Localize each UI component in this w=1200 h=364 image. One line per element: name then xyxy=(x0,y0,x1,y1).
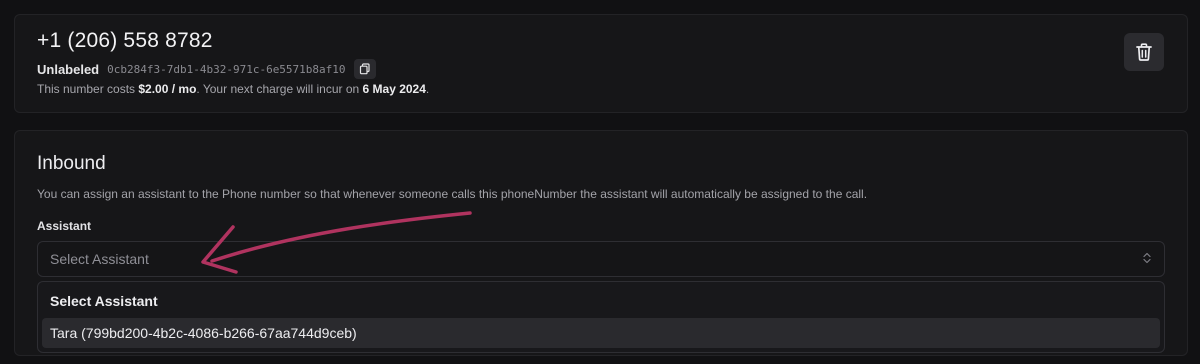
phone-number-title: +1 (206) 558 8782 xyxy=(37,29,213,52)
delete-number-button[interactable] xyxy=(1124,33,1164,71)
phone-label-row: Unlabeled 0cb284f3-7db1-4b32-971c-6e5571… xyxy=(37,59,376,79)
cost-amount: $2.00 / mo xyxy=(138,82,197,96)
phone-id: 0cb284f3-7db1-4b32-971c-6e5571b8af10 xyxy=(107,62,346,76)
phone-label: Unlabeled xyxy=(37,61,100,77)
copy-icon xyxy=(359,63,370,75)
assistant-dropdown: Select Assistant Tara (799bd200-4b2c-408… xyxy=(37,281,1165,353)
cost-prefix: This number costs xyxy=(37,82,139,96)
cost-line: This number costs $2.00 / mo. Your next … xyxy=(37,82,429,96)
trash-icon xyxy=(1136,43,1152,61)
assistant-select[interactable]: Select Assistant xyxy=(37,241,1165,277)
phone-number-card: +1 (206) 558 8782 Unlabeled 0cb284f3-7db… xyxy=(14,14,1188,113)
inbound-title: Inbound xyxy=(37,153,106,174)
chevron-up-down-icon xyxy=(1142,252,1152,266)
inbound-description: You can assign an assistant to the Phone… xyxy=(37,187,868,201)
copy-id-button[interactable] xyxy=(353,59,376,79)
cost-suffix: . xyxy=(425,82,430,96)
assistant-select-value: Select Assistant xyxy=(50,251,149,267)
cost-middle: . Your next charge will incur on xyxy=(196,82,363,96)
next-charge-date: 6 May 2024 xyxy=(362,82,426,96)
assistant-option[interactable]: Tara (799bd200-4b2c-4086-b266-67aa744d9c… xyxy=(42,318,1160,348)
dropdown-header[interactable]: Select Assistant xyxy=(50,293,158,309)
assistant-label: Assistant xyxy=(37,219,92,233)
